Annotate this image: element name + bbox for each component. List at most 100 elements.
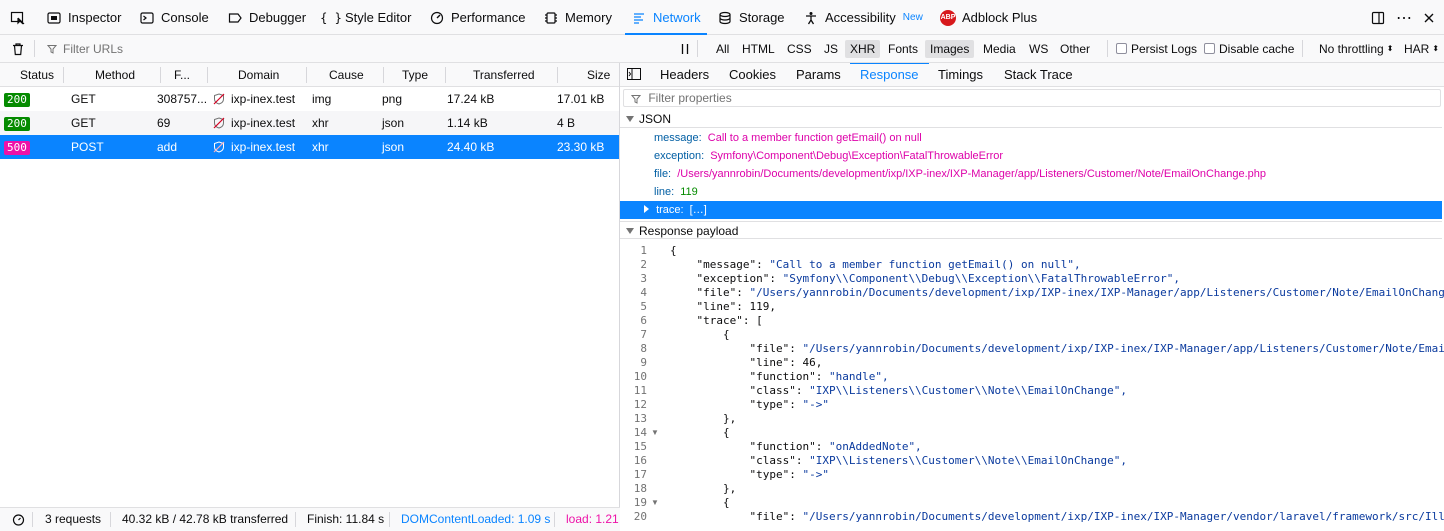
expand-triangle-icon xyxy=(626,228,634,234)
type-cell: json xyxy=(382,140,405,154)
column-divider[interactable] xyxy=(207,67,208,83)
tab-memory[interactable]: Memory xyxy=(543,0,612,35)
column-divider[interactable] xyxy=(63,67,64,83)
tab-network[interactable]: Network xyxy=(625,0,707,35)
tab-performance-label: Performance xyxy=(451,10,526,25)
devtools-toolbar: Inspector Console Debugger { } Style Edi… xyxy=(0,0,1444,35)
filter-properties-input[interactable]: Filter properties xyxy=(623,89,1441,107)
disable-cache-checkbox[interactable]: Disable cache xyxy=(1204,35,1294,62)
tab-console[interactable]: Console xyxy=(139,0,209,35)
tab-inspector[interactable]: Inspector xyxy=(46,0,121,35)
json-property-row[interactable]: exception: Symfony\Component\Debug\Excep… xyxy=(620,147,1442,165)
column-type[interactable]: Type xyxy=(402,63,428,86)
type-filter-xhr[interactable]: XHR xyxy=(845,35,881,62)
persist-logs-checkbox[interactable]: Persist Logs xyxy=(1116,35,1197,62)
json-property-row-selected[interactable]: trace: […] xyxy=(620,201,1442,219)
performance-analysis-button[interactable] xyxy=(12,508,25,531)
tab-storage[interactable]: Storage xyxy=(717,0,785,35)
code-line: { xyxy=(670,328,730,341)
close-toolbox-button[interactable] xyxy=(1421,0,1443,35)
tab-debugger[interactable]: Debugger xyxy=(227,0,306,35)
column-method[interactable]: Method xyxy=(95,63,135,86)
finish-time: Finish: 11.84 s xyxy=(307,512,385,526)
toggle-sidebar-button[interactable] xyxy=(627,64,641,87)
response-payload-section-header[interactable]: Response payload xyxy=(620,221,1442,239)
tab-response[interactable]: Response xyxy=(850,63,929,86)
column-divider[interactable] xyxy=(383,67,384,83)
column-status[interactable]: Status xyxy=(20,63,54,86)
tab-cookies[interactable]: Cookies xyxy=(729,63,776,86)
tab-adblock-plus[interactable]: ABP Adblock Plus xyxy=(940,0,1037,35)
adblock-icon: ABP xyxy=(940,9,956,26)
column-domain[interactable]: Domain xyxy=(238,63,279,86)
code-line: "line": 46, xyxy=(749,356,823,369)
json-property-row[interactable]: file: /Users/yannrobin/Documents/develop… xyxy=(620,165,1442,183)
response-payload-editor[interactable]: 1 2 3 4 5 6 7 8 9 10 11 12 13 14 ▼ 15 16 17 18 19 ▼ 20 { "mes… xyxy=(620,241,1444,531)
column-file[interactable]: F... xyxy=(174,63,190,86)
column-cause[interactable]: Cause xyxy=(329,63,364,86)
json-section-header[interactable]: JSON xyxy=(620,110,1442,128)
code-line: }, xyxy=(670,482,737,495)
dock-side-button[interactable] xyxy=(1370,0,1392,35)
performance-icon xyxy=(429,10,445,26)
tab-params[interactable]: Params xyxy=(796,63,841,86)
column-divider[interactable] xyxy=(557,67,558,83)
element-picker-button[interactable] xyxy=(10,0,32,35)
type-filter-images[interactable]: Images xyxy=(925,35,975,62)
property-value: […] xyxy=(689,204,707,216)
type-filter-html[interactable]: HTML xyxy=(737,35,780,62)
code-line: "type": "->" xyxy=(749,468,829,481)
requests-table-header: Status Method F... Domain Cause Type Tra… xyxy=(0,63,619,87)
details-tabs: Headers Cookies Params Response Timings … xyxy=(620,63,1444,87)
current-line-highlight xyxy=(664,244,1444,258)
tab-accessibility[interactable]: Accessibility New xyxy=(803,0,923,35)
tab-timings[interactable]: Timings xyxy=(938,63,983,86)
type-filter-css[interactable]: CSS xyxy=(782,35,817,62)
type-filter-fonts[interactable]: Fonts xyxy=(883,35,923,62)
tab-stack-trace[interactable]: Stack Trace xyxy=(1004,63,1073,86)
transferred-cell: 1.14 kB xyxy=(447,116,488,130)
tab-style-editor[interactable]: { } Style Editor xyxy=(320,0,411,35)
pause-recording-button[interactable] xyxy=(680,35,690,62)
table-row-selected[interactable]: 500 POST add ixp-inex.test xhr json 24.4… xyxy=(0,135,619,159)
filter-urls-input[interactable]: Filter URLs xyxy=(47,35,667,62)
column-divider[interactable] xyxy=(445,67,446,83)
status-badge: 500 xyxy=(4,141,30,155)
clear-requests-button[interactable] xyxy=(11,35,25,62)
type-filter-ws[interactable]: WS xyxy=(1024,35,1053,62)
checkbox-box xyxy=(1116,43,1127,54)
separator xyxy=(110,512,111,527)
table-row[interactable]: 200 GET 308757... ixp-inex.test img png … xyxy=(0,87,619,111)
json-property-row[interactable]: line: 119 xyxy=(620,183,1442,201)
type-filter-all[interactable]: All xyxy=(711,35,734,62)
column-transferred[interactable]: Transferred xyxy=(473,63,535,86)
element-picker-icon xyxy=(10,10,26,26)
throttling-select[interactable]: No throttling ⬍ xyxy=(1319,35,1393,62)
filter-icon xyxy=(47,44,57,54)
column-size[interactable]: Size xyxy=(587,63,610,86)
table-row[interactable]: 200 GET 69 ixp-inex.test xhr json 1.14 k… xyxy=(0,111,619,135)
har-menu-button[interactable]: HAR ⬍ xyxy=(1404,35,1439,62)
column-divider[interactable] xyxy=(306,67,307,83)
column-divider[interactable] xyxy=(160,67,161,83)
more-options-button[interactable]: ⋯ xyxy=(1396,0,1412,35)
tracking-protection-icon xyxy=(213,141,225,153)
close-icon xyxy=(1421,10,1437,26)
code-line: }, xyxy=(670,412,737,425)
new-badge: New xyxy=(902,12,923,23)
type-filter-media[interactable]: Media xyxy=(978,35,1021,62)
json-property-row[interactable]: message: Call to a member function getEm… xyxy=(620,129,1442,147)
tab-headers[interactable]: Headers xyxy=(660,63,709,86)
code-line: { xyxy=(670,496,730,509)
transferred-cell: 17.24 kB xyxy=(447,92,495,106)
cause-cell: xhr xyxy=(312,116,329,130)
type-filter-js[interactable]: JS xyxy=(819,35,843,62)
domain-cell: ixp-inex.test xyxy=(231,140,296,154)
size-cell: 4 B xyxy=(557,116,576,130)
code-line: "exception": "Symfony\\Component\\Debug\… xyxy=(696,272,1180,285)
property-key: trace: xyxy=(656,204,684,216)
tab-performance[interactable]: Performance xyxy=(429,0,525,35)
type-cell: png xyxy=(382,92,403,106)
expand-triangle-icon xyxy=(626,116,634,122)
type-filter-other[interactable]: Other xyxy=(1055,35,1095,62)
